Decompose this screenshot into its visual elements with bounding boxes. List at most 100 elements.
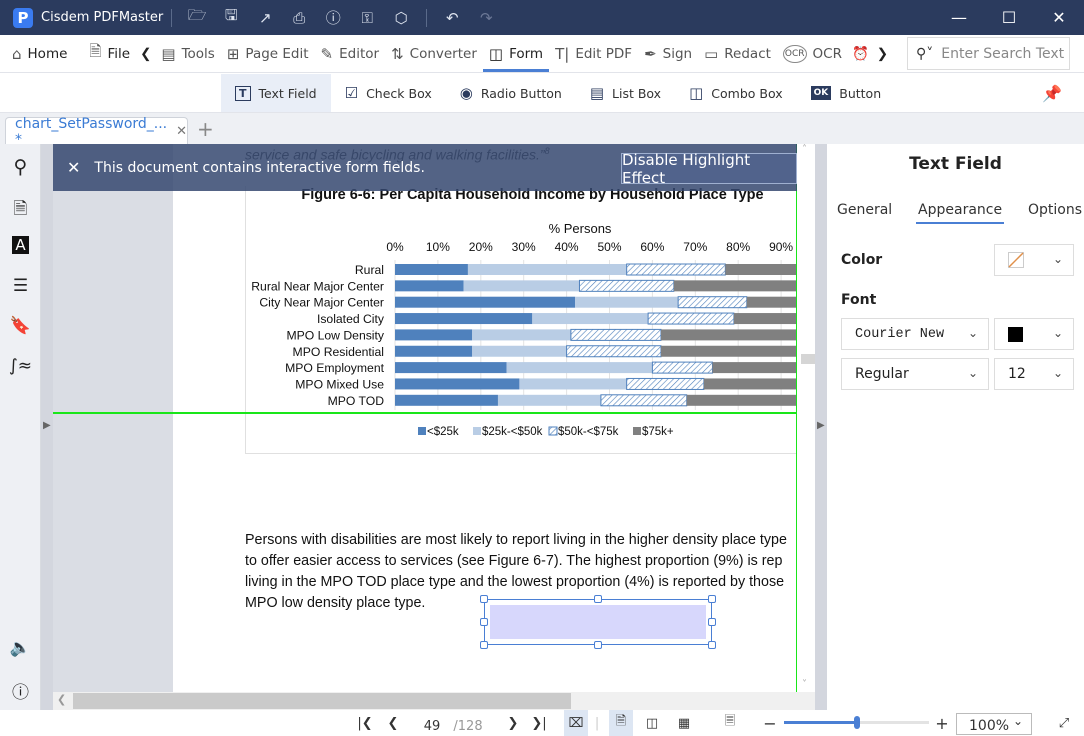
- thumbnail-icon[interactable]: 🗎: [0, 196, 41, 225]
- save-icon[interactable]: 🖫: [214, 5, 248, 30]
- vertical-scroll-thumb[interactable]: [801, 354, 815, 364]
- print-icon[interactable]: ⎙: [282, 9, 316, 27]
- form-check-box-tool[interactable]: ☑ Check Box: [331, 74, 446, 112]
- form-list-box-tool[interactable]: ▤ List Box: [576, 74, 675, 112]
- page-number-input[interactable]: 49: [414, 710, 450, 736]
- maximize-button[interactable]: ☐: [984, 0, 1034, 35]
- legend-swatch: [548, 426, 558, 436]
- search-icon[interactable]: ⚲: [0, 156, 41, 178]
- resize-handle[interactable]: [480, 641, 488, 649]
- scroll-left-icon[interactable]: ❮: [57, 693, 66, 706]
- pin-toolbar-icon[interactable]: 📌: [1042, 84, 1062, 103]
- toolbar-redact[interactable]: ▭ Redact: [698, 35, 777, 73]
- scroll-down-icon[interactable]: ˅: [802, 679, 807, 690]
- zoom-level-dropdown[interactable]: 100% ⌄: [956, 713, 1032, 735]
- resize-handle[interactable]: [708, 595, 716, 603]
- toolbar-ocr[interactable]: OCR OCR: [777, 35, 848, 73]
- bookmark-icon[interactable]: 🔖: [0, 316, 41, 336]
- horizontal-scrollbar[interactable]: ❮: [53, 692, 815, 710]
- close-window-button[interactable]: ✕: [1034, 0, 1084, 35]
- horizontal-scroll-thumb[interactable]: [73, 693, 571, 709]
- vertical-scrollbar[interactable]: ˄ ˅: [797, 144, 815, 692]
- resize-handle[interactable]: [594, 641, 602, 649]
- undo-icon[interactable]: ↶: [435, 9, 469, 27]
- toolbar-form[interactable]: ◫ Form: [482, 35, 550, 73]
- next-page-button[interactable]: ❯: [502, 710, 524, 736]
- key-icon[interactable]: ⚿: [350, 9, 384, 27]
- outline-list-icon[interactable]: ☰: [0, 276, 41, 296]
- speaker-icon[interactable]: 🔈: [0, 638, 41, 658]
- toolbar-tools[interactable]: ▤ Tools: [155, 35, 220, 73]
- open-folder-icon[interactable]: 🗁: [180, 5, 214, 30]
- category-label: Rural Near Major Center: [251, 279, 384, 293]
- toolbar-editor[interactable]: ✎ Editor: [315, 35, 386, 73]
- color-dropdown[interactable]: ⌄: [994, 244, 1074, 276]
- fit-width-button[interactable]: ⌧: [564, 710, 588, 736]
- tab-appearance[interactable]: Appearance: [916, 202, 1005, 224]
- first-page-button[interactable]: |❮: [354, 710, 376, 736]
- redo-icon[interactable]: ↷: [469, 9, 503, 27]
- form-text-field-tool[interactable]: T Text Field: [221, 74, 331, 112]
- text-annotation-icon[interactable]: A: [0, 236, 41, 254]
- document-tab[interactable]: chart_SetPassword_... * ✕: [5, 116, 188, 148]
- chevron-down-icon: ⌄: [967, 366, 978, 380]
- single-page-view-button[interactable]: 🗎: [609, 710, 633, 736]
- tab-general[interactable]: General: [837, 202, 892, 224]
- toolbar-page-edit[interactable]: ⊞ Page Edit: [221, 35, 315, 73]
- zoom-slider[interactable]: [784, 716, 929, 729]
- font-color-dropdown[interactable]: ⌄: [994, 318, 1074, 350]
- zoom-out-button[interactable]: −: [760, 710, 780, 736]
- close-banner-icon[interactable]: ✕: [67, 158, 80, 177]
- tab-options[interactable]: Options: [1028, 202, 1082, 224]
- close-tab-icon[interactable]: ✕: [176, 124, 187, 139]
- bar-segment: [519, 378, 627, 390]
- resize-handle[interactable]: [480, 595, 488, 603]
- resize-handle[interactable]: [480, 618, 488, 626]
- bar-segment: [395, 378, 520, 390]
- font-family-dropdown[interactable]: Courier New ⌄: [841, 318, 989, 350]
- form-button-tool[interactable]: OK Button: [797, 74, 896, 112]
- scroll-left-button[interactable]: ❮: [136, 35, 155, 73]
- toolbar-converter[interactable]: ⇅ Converter: [385, 35, 483, 73]
- form-radio-button-tool[interactable]: ◉ Radio Button: [446, 74, 576, 112]
- collapse-left-panel-button[interactable]: ▶: [41, 144, 53, 710]
- two-page-view-button[interactable]: ◫: [640, 710, 664, 736]
- toolbar-sign[interactable]: ✒ Sign: [638, 35, 698, 73]
- help-icon[interactable]: ⓘ: [316, 7, 350, 28]
- disable-highlight-button[interactable]: Disable Highlight Effect: [621, 151, 797, 187]
- info-icon[interactable]: ⓘ: [0, 678, 41, 703]
- form-combo-box-tool[interactable]: ◫ Combo Box: [675, 74, 797, 112]
- font-size-value: 12: [1008, 366, 1026, 382]
- toolbar-file[interactable]: 🗎 File: [83, 35, 136, 73]
- settings-icon[interactable]: ⬡: [384, 9, 418, 27]
- zoom-slider-thumb[interactable]: [853, 716, 860, 729]
- share-icon[interactable]: ↗: [248, 9, 282, 27]
- scroll-view-button[interactable]: ▦: [672, 710, 696, 736]
- bar-segment: [651, 361, 713, 374]
- tools-label: Tools: [181, 45, 215, 62]
- banner-message: This document contains interactive form …: [94, 159, 425, 176]
- fullscreen-button[interactable]: ⤢: [1052, 710, 1076, 736]
- font-style-value: Regular: [855, 366, 909, 382]
- form-icon: ◫: [488, 44, 504, 63]
- fit-page-button[interactable]: 🗏: [718, 710, 742, 736]
- resize-handle[interactable]: [708, 618, 716, 626]
- resize-handle[interactable]: [594, 595, 602, 603]
- signature-icon[interactable]: ∫≈: [0, 356, 41, 376]
- search-input[interactable]: ⚲˅ Enter Search Text: [907, 37, 1070, 70]
- zoom-in-button[interactable]: +: [932, 710, 952, 736]
- scroll-up-icon[interactable]: ˄: [802, 144, 807, 155]
- font-style-dropdown[interactable]: Regular ⌄: [841, 358, 989, 390]
- ai-button[interactable]: ⏰: [848, 35, 873, 73]
- last-page-button[interactable]: ❯|: [528, 710, 550, 736]
- toolbar-home[interactable]: ⌂ Home: [6, 35, 73, 73]
- add-tab-button[interactable]: +: [197, 117, 214, 141]
- font-size-dropdown[interactable]: 12 ⌄: [994, 358, 1074, 390]
- scroll-right-button[interactable]: ❯: [873, 35, 892, 73]
- collapse-right-panel-button[interactable]: ▶: [815, 144, 827, 710]
- minimize-button[interactable]: —: [934, 0, 984, 35]
- resize-handle[interactable]: [708, 641, 716, 649]
- toolbar-edit-pdf[interactable]: T| Edit PDF: [549, 35, 638, 73]
- previous-page-button[interactable]: ❮: [382, 710, 404, 736]
- text-form-field[interactable]: [480, 595, 716, 649]
